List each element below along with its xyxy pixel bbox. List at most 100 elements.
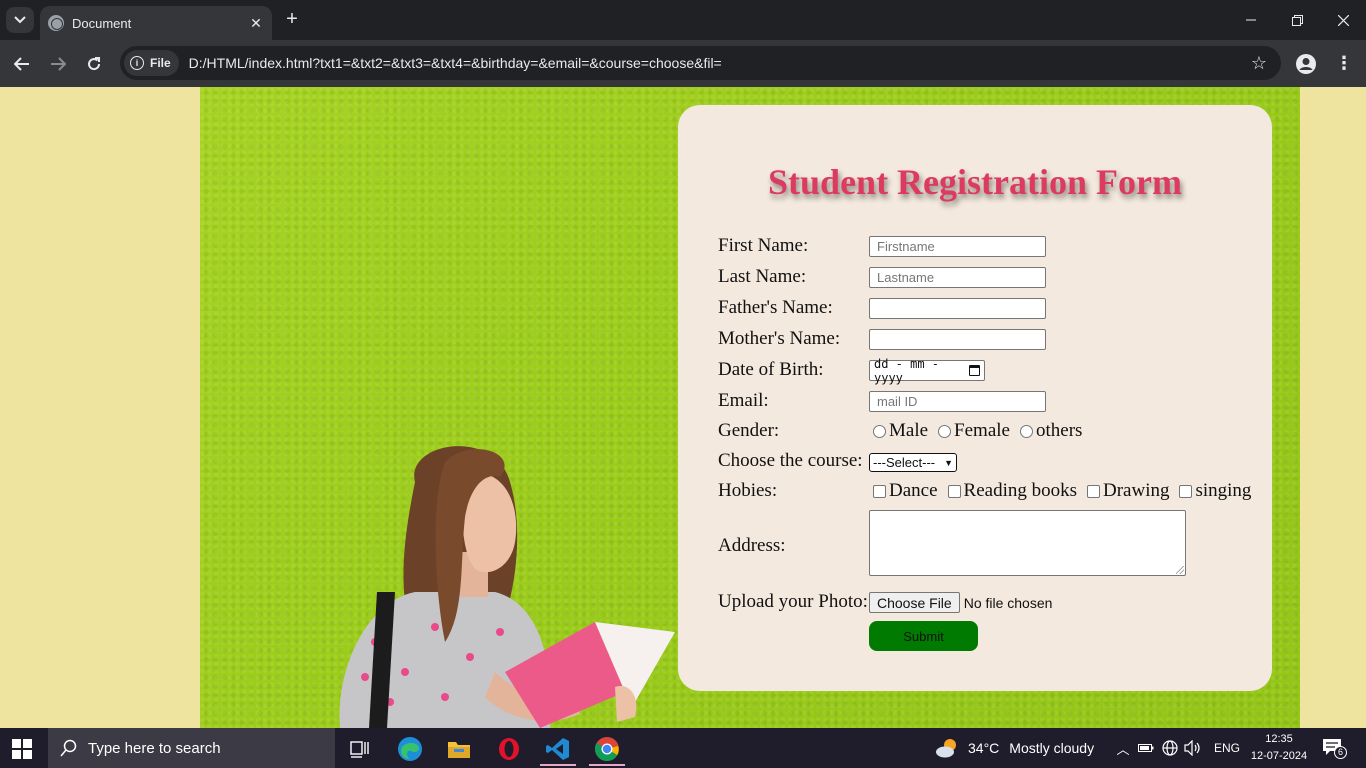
hobby-drawing-checkbox[interactable]	[1087, 484, 1100, 498]
father-name-label: Father's Name:	[718, 297, 833, 318]
windows-taskbar: Type here to search 34°C Mostly cloudy ︿…	[0, 728, 1366, 768]
resize-handle-icon[interactable]	[1176, 566, 1184, 574]
registration-form-card: Student Registration Form First Name: La…	[678, 105, 1272, 691]
email-label: Email:	[718, 390, 769, 411]
bookmark-star-icon[interactable]: ☆	[1245, 53, 1273, 74]
weather-temperature: 34°C	[968, 740, 1000, 756]
form-title: Student Registration Form	[768, 162, 1182, 202]
course-label: Choose the course:	[718, 450, 863, 471]
notification-center-icon[interactable]: 6	[1322, 738, 1347, 759]
file-explorer-icon[interactable]	[439, 732, 479, 766]
reload-icon	[88, 57, 101, 71]
gender-others-label: others	[1035, 420, 1083, 441]
address-label: Address:	[718, 535, 786, 556]
first-name-input[interactable]	[869, 236, 1046, 257]
hobby-reading-checkbox[interactable]	[947, 484, 961, 498]
mother-name-input[interactable]	[869, 329, 1046, 350]
last-name-label: Last Name:	[718, 266, 807, 287]
taskbar-search-placeholder: Type here to search	[88, 739, 221, 757]
weather-condition: Mostly cloudy	[1009, 740, 1095, 756]
close-window-button[interactable]	[1320, 0, 1366, 40]
task-view-icon[interactable]	[340, 732, 380, 766]
new-tab-button[interactable]: +	[282, 8, 302, 30]
gender-male-radio[interactable]	[873, 424, 886, 438]
course-selected-value: ---Select---	[873, 455, 936, 470]
taskbar-clock[interactable]: 12:35 12-07-2024	[1244, 731, 1314, 765]
hobby-drawing-label: Drawing	[1103, 480, 1170, 501]
notification-count-badge: 6	[1334, 746, 1347, 759]
photo-file-input: Choose File No file chosen	[869, 592, 1052, 613]
volume-icon[interactable]	[1184, 740, 1202, 756]
site-info-chip[interactable]: i File	[124, 50, 179, 76]
gender-female-radio[interactable]	[938, 424, 952, 438]
tab-title: Document	[72, 15, 132, 31]
hobby-dance-checkbox[interactable]	[873, 484, 886, 498]
globe-icon	[48, 15, 64, 31]
forward-button[interactable]	[44, 50, 72, 78]
page-viewport: Student Registration Form First Name: La…	[0, 87, 1366, 728]
clock-time: 12:35	[1265, 733, 1293, 745]
hobby-dance-label: Dance	[889, 480, 938, 501]
input-language[interactable]: ENG	[1214, 741, 1240, 755]
mother-name-label: Mother's Name:	[718, 328, 841, 349]
file-status-text: No file chosen	[963, 594, 1053, 611]
email-input[interactable]	[869, 391, 1046, 412]
gender-options: Male Female others	[873, 420, 1092, 442]
address-textarea[interactable]	[869, 510, 1186, 576]
taskbar-search-box[interactable]: Type here to search	[48, 728, 335, 768]
dob-label: Date of Birth:	[718, 359, 824, 380]
minimize-button[interactable]	[1228, 0, 1274, 40]
clock-date: 12-07-2024	[1250, 750, 1308, 762]
gender-female-label: Female	[954, 420, 1010, 441]
gender-label: Gender:	[718, 420, 780, 441]
father-name-input[interactable]	[869, 298, 1046, 319]
show-hidden-icons-chevron-icon[interactable]: ︿	[1114, 739, 1132, 758]
windows-start-icon[interactable]	[12, 739, 32, 759]
last-name-input[interactable]	[869, 267, 1046, 288]
site-info-label: File	[150, 56, 171, 70]
first-name-label: First Name:	[718, 235, 809, 256]
close-icon	[1337, 14, 1349, 26]
reload-button[interactable]	[80, 50, 108, 78]
edge-browser-icon[interactable]	[390, 732, 430, 766]
dob-date-input[interactable]: dd - mm - yyyy	[869, 357, 985, 385]
network-globe-icon[interactable]	[1162, 740, 1178, 756]
weather-widget[interactable]: 34°C Mostly cloudy	[934, 728, 1094, 768]
opera-browser-icon[interactable]	[489, 732, 529, 766]
active-app-indicator	[540, 764, 576, 766]
hobbies-options: Dance Reading books Drawing singing	[873, 480, 1261, 502]
restore-icon	[1291, 14, 1303, 26]
choose-file-button[interactable]: Choose File	[869, 592, 960, 613]
system-tray: ︿ ENG	[1114, 728, 1240, 768]
address-bar[interactable]: i File D:/HTML/index.html?txt1=&txt2=&tx…	[120, 46, 1281, 80]
profile-icon	[1296, 54, 1316, 74]
chrome-browser-icon[interactable]	[587, 732, 627, 766]
photo-label: Upload your Photo:	[718, 591, 868, 612]
tab-close-icon[interactable]: ✕	[248, 15, 264, 32]
hobby-singing-checkbox[interactable]	[1179, 484, 1193, 498]
chevron-down-icon	[14, 16, 26, 24]
profile-button[interactable]	[1294, 52, 1318, 76]
course-select[interactable]: ---Select--- ▼	[869, 453, 957, 472]
back-button[interactable]	[8, 50, 36, 78]
chevron-down-icon: ▼	[944, 457, 953, 468]
restore-button[interactable]	[1274, 0, 1320, 40]
browser-toolbar: i File D:/HTML/index.html?txt1=&txt2=&tx…	[0, 40, 1366, 87]
hobby-reading-label: Reading books	[963, 480, 1077, 501]
browser-tab-bar: Document ✕ +	[0, 0, 1366, 40]
student-reading-image	[339, 446, 675, 728]
vscode-icon[interactable]	[538, 732, 578, 766]
arrow-right-icon	[51, 57, 66, 71]
hobbies-label: Hobies:	[718, 480, 778, 501]
submit-button[interactable]: Submit	[869, 621, 978, 651]
battery-icon[interactable]	[1138, 743, 1154, 753]
info-icon: i	[130, 56, 144, 70]
browser-menu-icon[interactable]: ⋮	[1334, 52, 1354, 76]
dob-placeholder: dd - mm - yyyy	[874, 356, 940, 385]
hobby-singing-label: singing	[1195, 480, 1252, 501]
tab-search-button[interactable]	[6, 7, 34, 33]
url-text[interactable]: D:/HTML/index.html?txt1=&txt2=&txt3=&txt…	[189, 55, 1245, 71]
browser-tab[interactable]: Document ✕	[40, 6, 272, 40]
calendar-icon[interactable]	[968, 365, 980, 376]
gender-others-radio[interactable]	[1019, 424, 1033, 438]
